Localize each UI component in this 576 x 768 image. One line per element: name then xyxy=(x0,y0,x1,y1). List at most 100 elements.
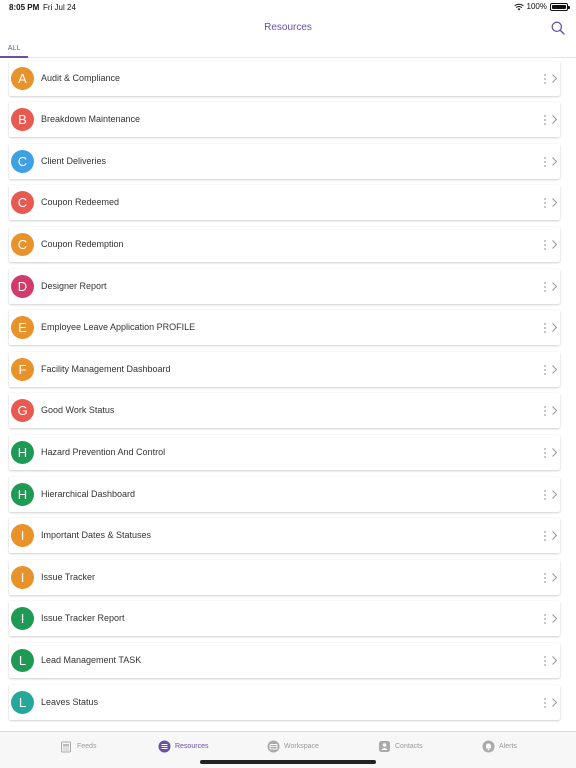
resource-item[interactable]: C Coupon Redemption xyxy=(9,226,560,262)
more-vertical-icon[interactable] xyxy=(542,280,548,294)
chevron-right-icon[interactable] xyxy=(551,156,558,167)
letter-avatar: I xyxy=(11,565,34,589)
more-vertical-icon[interactable] xyxy=(542,404,548,418)
tab-feeds[interactable]: Feeds xyxy=(60,739,96,753)
status-bar: 8:05 PM Fri Jul 24 100% xyxy=(0,0,576,14)
letter-avatar: L xyxy=(11,690,34,714)
tab-alerts-label: Alerts xyxy=(499,742,517,750)
letter-avatar: I xyxy=(11,607,34,631)
resource-name: Leaves Status xyxy=(41,696,99,707)
letter-avatar: H xyxy=(11,440,34,464)
resource-item[interactable]: A Audit & Compliance xyxy=(9,60,560,96)
chevron-right-icon[interactable] xyxy=(551,322,558,333)
battery-percent: 100% xyxy=(526,2,547,11)
resource-item[interactable]: C Coupon Redeemed xyxy=(9,185,560,221)
bell-icon xyxy=(482,740,495,752)
more-vertical-icon[interactable] xyxy=(542,571,548,585)
resource-name: Audit & Compliance xyxy=(41,72,121,83)
more-vertical-icon[interactable] xyxy=(542,113,548,127)
resource-item[interactable]: I Issue Tracker xyxy=(9,559,560,595)
chevron-right-icon[interactable] xyxy=(551,530,558,541)
more-vertical-icon[interactable] xyxy=(542,72,548,86)
nav-bar: Resources xyxy=(0,14,576,42)
more-vertical-icon[interactable] xyxy=(542,155,548,169)
chevron-right-icon[interactable] xyxy=(551,364,558,375)
more-vertical-icon[interactable] xyxy=(542,654,548,668)
resource-name: Coupon Redeemed xyxy=(41,197,120,208)
more-vertical-icon[interactable] xyxy=(542,238,548,252)
tab-resources[interactable]: Resources xyxy=(158,739,208,753)
resource-name: Breakdown Maintenance xyxy=(41,114,141,125)
more-vertical-icon[interactable] xyxy=(542,696,548,710)
letter-avatar: C xyxy=(11,191,34,215)
status-date: Fri Jul 24 xyxy=(43,3,76,12)
tab-workspace[interactable]: Workspace xyxy=(267,739,319,753)
resource-name: Issue Tracker Report xyxy=(41,613,125,624)
workspace-icon xyxy=(267,740,280,752)
resource-item[interactable]: F Facility Management Dashboard xyxy=(9,351,560,387)
more-vertical-icon[interactable] xyxy=(542,488,548,502)
chevron-right-icon[interactable] xyxy=(551,697,558,708)
more-vertical-icon[interactable] xyxy=(542,612,548,626)
chevron-right-icon[interactable] xyxy=(551,447,558,458)
chevron-right-icon[interactable] xyxy=(551,197,558,208)
resource-list[interactable]: A Audit & Compliance B Breakdown Maintenanc… xyxy=(0,60,576,730)
tab-resources-label: Resources xyxy=(175,742,209,750)
tab-feeds-label: Feeds xyxy=(77,742,97,750)
letter-avatar: C xyxy=(11,232,34,256)
search-icon[interactable] xyxy=(550,20,566,36)
letter-avatar: L xyxy=(11,648,34,672)
chevron-right-icon[interactable] xyxy=(551,405,558,416)
chevron-right-icon[interactable] xyxy=(551,239,558,250)
chevron-right-icon[interactable] xyxy=(551,613,558,624)
more-vertical-icon[interactable] xyxy=(542,363,548,377)
more-vertical-icon[interactable] xyxy=(542,196,548,210)
resource-name: Hazard Prevention And Control xyxy=(41,446,166,457)
resource-item[interactable]: B Breakdown Maintenance xyxy=(9,102,560,138)
resource-item[interactable]: I Important Dates & Statuses xyxy=(9,518,560,554)
tab-alerts[interactable]: Alerts xyxy=(482,739,517,753)
resource-item[interactable]: I Issue Tracker Report xyxy=(9,601,560,637)
contacts-icon xyxy=(379,740,390,752)
resource-item[interactable]: C Client Deliveries xyxy=(9,143,560,179)
status-time: 8:05 PM xyxy=(9,3,40,12)
resource-item[interactable]: H Hierarchical Dashboard xyxy=(9,476,560,512)
battery-icon xyxy=(550,2,570,11)
tab-all[interactable]: ALL xyxy=(0,45,28,58)
home-indicator xyxy=(200,760,376,764)
resource-item[interactable]: L Leaves Status xyxy=(9,684,560,720)
letter-avatar: C xyxy=(11,149,34,173)
resource-item[interactable]: G Good Work Status xyxy=(9,393,560,429)
resource-item[interactable]: H Hazard Prevention And Control xyxy=(9,434,560,470)
tab-workspace-label: Workspace xyxy=(284,742,319,750)
resource-name: Client Deliveries xyxy=(41,155,107,166)
more-vertical-icon[interactable] xyxy=(542,529,548,543)
chevron-right-icon[interactable] xyxy=(551,114,558,125)
resource-name: Designer Report xyxy=(41,280,107,291)
tab-contacts-label: Contacts xyxy=(395,742,423,750)
resource-item[interactable]: E Employee Leave Application PROFILE xyxy=(9,310,560,346)
letter-avatar: F xyxy=(11,357,34,381)
resource-name: Issue Tracker xyxy=(41,571,96,582)
tab-contacts[interactable]: Contacts xyxy=(378,739,423,753)
resource-name: Hierarchical Dashboard xyxy=(41,488,136,499)
chevron-right-icon[interactable] xyxy=(551,572,558,583)
more-vertical-icon[interactable] xyxy=(542,321,548,335)
more-vertical-icon[interactable] xyxy=(542,446,548,460)
filter-tabs: ALL xyxy=(0,42,576,58)
chevron-right-icon[interactable] xyxy=(551,489,558,500)
status-right: 100% xyxy=(513,2,570,11)
resource-name: Lead Management TASK xyxy=(41,654,142,665)
resource-name: Employee Leave Application PROFILE xyxy=(41,322,196,333)
resource-item[interactable]: L Lead Management TASK xyxy=(9,642,560,678)
chevron-right-icon[interactable] xyxy=(551,281,558,292)
letter-avatar: G xyxy=(11,399,34,423)
feeds-icon xyxy=(61,741,71,752)
letter-avatar: I xyxy=(11,524,34,548)
resource-item[interactable]: D Designer Report xyxy=(9,268,560,304)
wifi-icon xyxy=(513,3,524,10)
chevron-right-icon[interactable] xyxy=(551,73,558,84)
chevron-right-icon[interactable] xyxy=(551,655,558,666)
letter-avatar: H xyxy=(11,482,34,506)
page-title: Resources xyxy=(264,22,312,33)
